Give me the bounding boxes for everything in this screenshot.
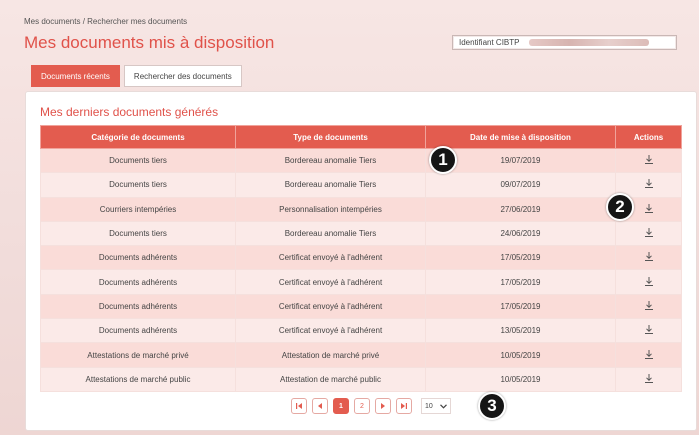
download-icon[interactable] [644, 300, 654, 313]
cell-category: Documents adhérents [40, 245, 236, 271]
per-page-value: 10 [425, 402, 433, 410]
callout-marker-1: 1 [429, 146, 457, 174]
cell-category: Attestations de marché privé [40, 342, 236, 368]
documents-table: Catégorie de documents Type de documents… [40, 125, 682, 392]
cell-category: Documents adhérents [40, 269, 236, 295]
cell-type: Attestation de marché privé [235, 342, 426, 368]
breadcrumb: Mes documents / Rechercher mes documents [24, 17, 188, 26]
cell-actions [615, 366, 682, 392]
tab-recent-documents[interactable]: Documents récents [31, 65, 120, 87]
table-row: Courriers intempéries Personnalisation in… [40, 196, 682, 222]
download-icon[interactable] [644, 324, 654, 337]
cell-type: Certificat envoyé à l'adhérent [235, 269, 426, 295]
cell-type: Bordereau anomalie Tiers [235, 220, 426, 247]
tab-bar: Documents récents Rechercher des documen… [31, 65, 242, 87]
cell-type: Certificat envoyé à l'adhérent [235, 293, 426, 320]
cell-type: Certificat envoyé à l'adhérent [235, 245, 426, 271]
cell-date: 27/06/2019 [425, 196, 616, 222]
cell-date: 13/05/2019 [425, 318, 616, 344]
download-icon[interactable] [644, 373, 654, 386]
cell-type: Attestation de marché public [235, 366, 426, 392]
cell-actions [615, 147, 682, 174]
cell-date: 17/05/2019 [425, 293, 616, 320]
cell-date: 17/05/2019 [425, 245, 616, 271]
cell-date: 17/05/2019 [425, 269, 616, 295]
download-icon[interactable] [644, 178, 654, 191]
download-icon[interactable] [644, 251, 654, 264]
tab-search-documents[interactable]: Rechercher des documents [123, 65, 242, 87]
table-row: Documents adhérents Certificat envoyé à l… [40, 245, 682, 271]
per-page-select[interactable]: 10 [421, 398, 451, 414]
chevron-down-icon [440, 403, 447, 409]
cell-category: Documents tiers [40, 220, 236, 247]
cell-category: Documents adhérents [40, 293, 236, 320]
page-button-1[interactable]: 1 [333, 398, 349, 414]
table-row: Documents adhérents Certificat envoyé à l… [40, 269, 682, 295]
cell-category: Courriers intempéries [40, 196, 236, 222]
download-icon[interactable] [644, 154, 654, 167]
download-icon[interactable] [644, 276, 654, 289]
table-row: Documents adhérents Certificat envoyé à l… [40, 293, 682, 320]
column-header-date[interactable]: Date de mise à disposition [425, 125, 616, 149]
cell-actions [615, 293, 682, 320]
cell-category: Documents adhérents [40, 318, 236, 344]
last-page-icon[interactable] [396, 398, 412, 414]
identifier-value-redacted [529, 39, 650, 46]
table-row: Attestations de marché public Attestation… [40, 366, 682, 392]
column-header-type[interactable]: Type de documents [235, 125, 426, 149]
download-icon[interactable] [644, 203, 654, 216]
pagination: 1 2 10 [291, 398, 451, 414]
download-icon[interactable] [644, 227, 654, 240]
cell-category: Documents tiers [40, 172, 236, 198]
first-page-icon[interactable] [291, 398, 307, 414]
page-button-2[interactable]: 2 [354, 398, 370, 414]
section-title: Mes derniers documents générés [40, 105, 219, 119]
identifier-field: Identifiant CIBTP [452, 35, 677, 50]
page-title: Mes documents mis à disposition [24, 33, 275, 52]
table-row: Documents tiers Bordereau anomalie Tiers 1… [40, 147, 682, 174]
next-page-icon[interactable] [375, 398, 391, 414]
cell-actions [615, 245, 682, 271]
cell-type: Personnalisation intempéries [235, 196, 426, 222]
cell-actions [615, 269, 682, 295]
callout-marker-3: 3 [478, 392, 506, 420]
cell-type: Bordereau anomalie Tiers [235, 147, 426, 174]
table-row: Documents tiers Bordereau anomalie Tiers 2… [40, 220, 682, 247]
cell-category: Documents tiers [40, 147, 236, 174]
cell-actions [615, 318, 682, 344]
download-icon[interactable] [644, 349, 654, 362]
table-header-row: Catégorie de documents Type de documents… [40, 125, 682, 149]
table-row: Attestations de marché privé Attestation … [40, 342, 682, 368]
table-row: Documents adhérents Certificat envoyé à l… [40, 318, 682, 344]
cell-date: 09/07/2019 [425, 172, 616, 198]
cell-actions [615, 342, 682, 368]
prev-page-icon[interactable] [312, 398, 328, 414]
identifier-label: Identifiant CIBTP [459, 38, 520, 47]
cell-type: Certificat envoyé à l'adhérent [235, 318, 426, 344]
table-row: Documents tiers Bordereau anomalie Tiers 0… [40, 172, 682, 198]
cell-actions [615, 220, 682, 247]
column-header-actions: Actions [615, 125, 682, 149]
column-header-category[interactable]: Catégorie de documents [40, 125, 236, 149]
cell-date: 24/06/2019 [425, 220, 616, 247]
cell-date: 10/05/2019 [425, 366, 616, 392]
cell-date: 10/05/2019 [425, 342, 616, 368]
cell-category: Attestations de marché public [40, 366, 236, 392]
callout-marker-2: 2 [606, 193, 634, 221]
cell-type: Bordereau anomalie Tiers [235, 172, 426, 198]
